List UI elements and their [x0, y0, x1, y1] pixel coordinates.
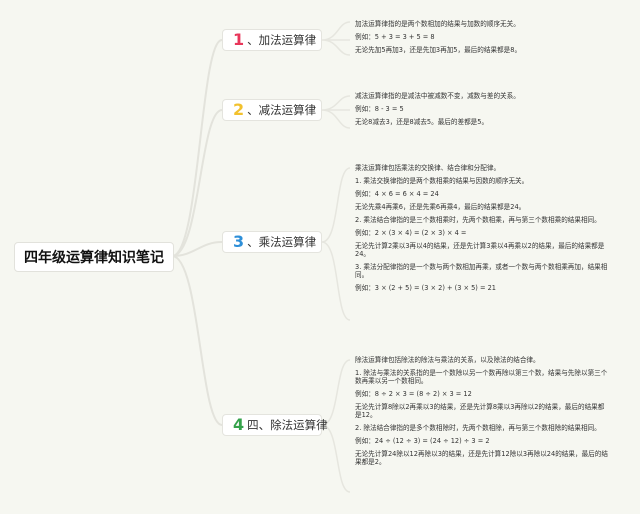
note-line: 2. 乘法结合律指的是三个数相乘时，先两个数相乘，再与第三个数相乘的结果相同。 [355, 216, 601, 224]
connector-root-1 [171, 39, 223, 257]
branch-number: 1 [233, 30, 245, 49]
note-line: 2. 除法结合律指的是多个数相除时，先两个数相除，再与第三个数相除的结果相同。 [355, 424, 601, 432]
notes-multiplication: 乘法运算律包括乘法的交换律、结合律和分配律。 1. 乘法交换律指的是两个数相乘的… [355, 164, 610, 297]
branch-number: 2 [233, 100, 245, 119]
connector-branch-3 [321, 167, 351, 321]
root-title: 四年级运算律知识笔记 [24, 250, 164, 266]
note-line: 无论先计算8除以2再乘以3的结果，还是先计算8乘以3再除以2的结果，最后的结果都… [355, 403, 605, 419]
note-example: 例如：8 ÷ 2 × 3 = (8 ÷ 2) × 3 = 12 [355, 390, 472, 398]
connector-root-4 [171, 255, 223, 426]
note-example: 例如：4 × 6 = 6 × 4 = 24 [355, 190, 439, 198]
note-line: 乘法运算律包括乘法的交换律、结合律和分配律。 [355, 164, 501, 172]
branch-multiplication[interactable]: 3 、乘法运算律 [222, 231, 322, 253]
note-line: 1. 乘法交换律指的是两个数相乘的结果与因数的顺序无关。 [355, 177, 529, 185]
branch-number: 4 [233, 415, 245, 434]
branch-number: 3 [233, 232, 245, 251]
note-example: 例如：3 × (2 + 5) = (3 × 2) + (3 × 5) = 21 [355, 284, 496, 292]
notes-addition: 加法运算律指的是两个数相加的结果与加数的顺序无关。 例如：5 + 3 = 3 +… [355, 20, 610, 59]
mind-map: 四年级运算律知识笔记 1 、加法运算律 2 、减法运算律 3 、乘法运算律 4 … [0, 0, 640, 514]
note-line: 无论8减去3，还是8减去5。最后的差都是5。 [355, 118, 489, 126]
branch-addition[interactable]: 1 、加法运算律 [222, 29, 322, 51]
note-line: 3. 乘法分配律指的是一个数与两个数相加再乘，或者一个数与两个数相乘再加，结果相… [355, 263, 608, 279]
branch-label: 、加法运算律 [247, 33, 317, 47]
notes-subtraction: 减法运算律指的是减法中被减数不变，减数与差的关系。 例如：8 - 3 = 5 无… [355, 92, 610, 131]
branch-label: 、减法运算律 [247, 103, 317, 117]
note-line: 无论先乘4再乘6，还是先乘6再乘4，最后的结果都是24。 [355, 203, 526, 211]
root-node[interactable]: 四年级运算律知识笔记 [14, 242, 174, 272]
branch-subtraction[interactable]: 2 、减法运算律 [222, 99, 322, 121]
note-example: 例如：24 ÷ (12 ÷ 3) = (24 ÷ 12) ÷ 3 = 2 [355, 437, 490, 445]
note-line: 1. 除法与乘法的关系指的是一个数除以另一个数再除以第三个数，结果与先除以第三个… [355, 369, 608, 385]
connector-branch-1 [321, 21, 351, 56]
notes-division: 除法运算律包括除法的除法与乘法的关系，以及除法的结合律。 1. 除法与乘法的关系… [355, 356, 610, 471]
branch-label: 、乘法运算律 [247, 235, 317, 249]
connector-branch-2 [321, 95, 351, 129]
note-line: 减法运算律指的是减法中被减数不变，减数与差的关系。 [355, 92, 520, 100]
note-example: 例如：8 - 3 = 5 [355, 105, 404, 113]
note-line: 无论先计算2乘以3再以4的结果，还是先计算3乘以4再乘以2的结果，最后的结果都是… [355, 242, 605, 258]
note-example: 例如：2 × (3 × 4) = (2 × 3) × 4 = [355, 229, 467, 237]
note-line: 除法运算律包括除法的除法与乘法的关系，以及除法的结合律。 [355, 356, 540, 364]
branch-division[interactable]: 4 四、除法运算律 [222, 414, 328, 436]
note-line: 无论先计算24除以12再除以3的结果，还是先计算12除以3再除以24的结果，最后… [355, 450, 608, 466]
note-line: 加法运算律指的是两个数相加的结果与加数的顺序无关。 [355, 20, 520, 28]
note-example: 例如：5 + 3 = 3 + 5 = 8 [355, 33, 435, 41]
connector-root-2 [171, 109, 223, 257]
note-line: 无论先加5再加3，还是先加3再加5，最后的结果都是8。 [355, 46, 522, 54]
branch-label: 四、除法运算律 [247, 418, 328, 432]
